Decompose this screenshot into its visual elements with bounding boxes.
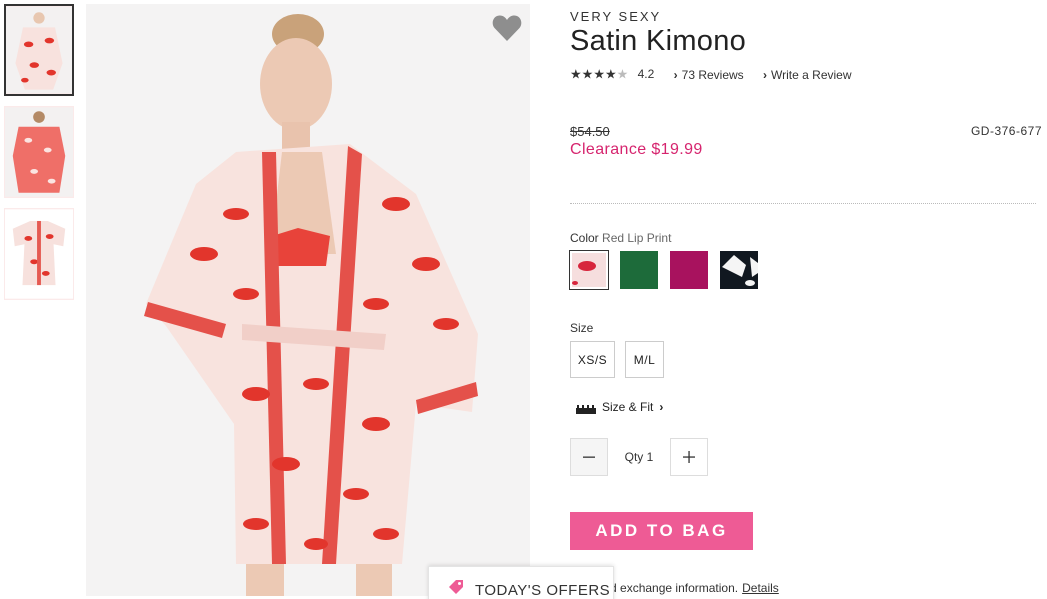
qty-display: Qty 1 [608, 450, 670, 464]
star-icon: ★ [593, 66, 605, 82]
star-icon: ★ [604, 66, 617, 82]
thumbnail-flat-image [5, 209, 73, 299]
minus-icon [583, 446, 595, 469]
write-review-link[interactable]: › Write a Review [763, 67, 852, 82]
chevron-right-icon: › [659, 400, 664, 414]
color-label: Color Red Lip Print [570, 231, 671, 245]
ruler-icon [576, 403, 596, 414]
size-fit-label: Size & Fit [602, 400, 654, 414]
thumbnail-back-image [5, 107, 73, 197]
add-to-bag-button[interactable]: ADD TO BAG [570, 512, 753, 550]
reviews-link[interactable]: › 73 Reviews [673, 67, 744, 82]
star-empty-icon: ★ [616, 66, 629, 82]
size-fit-link[interactable]: Size & Fit › [576, 400, 663, 414]
size-option-m-l[interactable]: M/L [625, 341, 664, 378]
star-icon: ★ [570, 66, 582, 82]
quantity-stepper: Qty 1 [570, 438, 708, 476]
color-label-text: Color [570, 231, 599, 245]
size-label: Size [570, 321, 594, 335]
thumbnail-list [4, 4, 74, 310]
qty-value: 1 [646, 450, 654, 464]
main-product-image[interactable] [86, 4, 530, 596]
rating-value: 4.2 [637, 67, 655, 82]
thumbnail-front[interactable] [4, 4, 74, 96]
chevron-right-icon: › [763, 67, 768, 82]
thumbnail-flat[interactable] [4, 208, 74, 300]
todays-offers-label: TODAY'S OFFERS [475, 582, 611, 599]
product-photo [86, 4, 530, 596]
chevron-right-icon: › [673, 67, 678, 82]
swatch-green[interactable] [620, 251, 658, 289]
product-title: Satin Kimono [570, 25, 747, 57]
swatch-berry[interactable] [670, 251, 708, 289]
product-sku: GD-376-677 [970, 124, 1042, 138]
swatch-black-print[interactable] [720, 251, 758, 289]
qty-increase-button[interactable] [670, 438, 708, 476]
star-icon: ★ [581, 66, 594, 82]
plus-icon [683, 446, 695, 469]
size-option-xs-s[interactable]: XS/S [570, 341, 615, 378]
size-options: XS/S M/L [570, 341, 664, 378]
swatch-red-lip-print[interactable] [569, 250, 609, 290]
tag-icon [447, 578, 465, 596]
reviews-link-label: 73 Reviews [681, 67, 744, 82]
thumbnail-back[interactable] [4, 106, 74, 198]
rating-row: ★★★★★ 4.2 › 73 Reviews › Write a Review [570, 66, 852, 83]
section-divider [570, 203, 1036, 204]
selected-color-name: Red Lip Print [602, 231, 672, 245]
qty-decrease-button[interactable] [570, 438, 608, 476]
todays-offers-tab[interactable]: TODAY'S OFFERS [428, 566, 614, 599]
original-price: $54.50 [570, 124, 610, 139]
sale-price: Clearance $19.99 [570, 141, 703, 158]
star-rating: ★★★★★ [570, 66, 629, 82]
product-brand: VERY SEXY [570, 9, 662, 24]
write-review-label: Write a Review [771, 67, 852, 82]
qty-label: Qty [624, 450, 644, 464]
thumbnail-front-image [6, 6, 72, 94]
favorite-heart-icon[interactable] [492, 14, 522, 42]
returns-details-link[interactable]: Details [742, 581, 779, 595]
color-swatches [569, 250, 758, 290]
